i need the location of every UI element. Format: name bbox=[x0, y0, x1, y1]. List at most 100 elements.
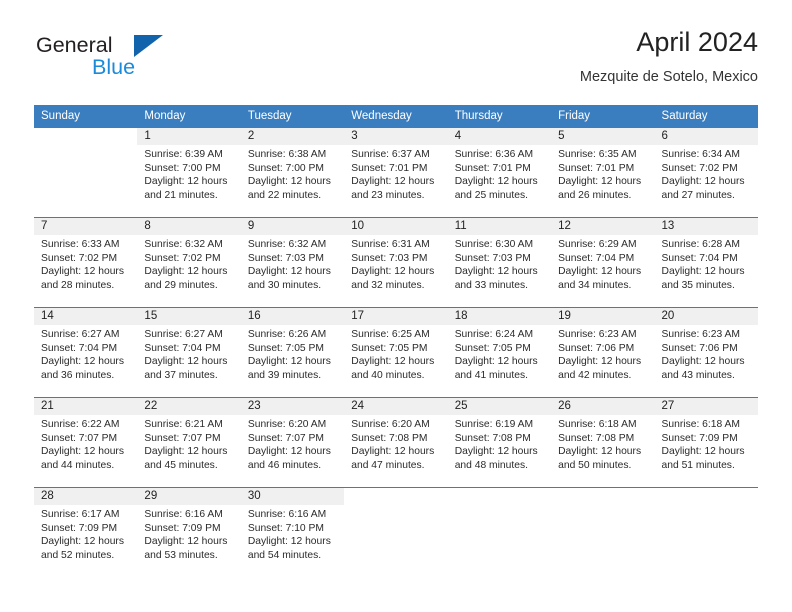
sunrise-text: Sunrise: 6:24 AM bbox=[454, 329, 534, 340]
sunset-text: Sunset: 7:04 PM bbox=[661, 252, 738, 264]
day-cell-empty bbox=[447, 488, 552, 577]
daylight-text-line1: Daylight: 12 hours bbox=[661, 266, 745, 278]
day-sun-info: Sunrise: 6:18 AM Sunset: 7:09 PM Daylight:… bbox=[655, 415, 758, 472]
sunrise-text: Sunrise: 6:26 AM bbox=[247, 329, 327, 340]
sunset-text: Sunset: 7:01 PM bbox=[454, 162, 531, 174]
calendar-head: Sunday Monday Tuesday Wednesday Thursday… bbox=[34, 105, 758, 128]
sunrise-text: Sunrise: 6:39 AM bbox=[144, 149, 223, 160]
day-cell-content: 8 Sunrise: 6:32 AM Sunset: 7:02 PM Daylight… bbox=[137, 218, 241, 307]
calendar-day-cell[interactable]: 25 Sunrise: 6:19 AM Sunset: 7:08 PM Dayligh… bbox=[447, 397, 552, 488]
day-number bbox=[344, 488, 448, 505]
calendar-day-cell[interactable] bbox=[344, 487, 448, 577]
sunrise-text: Sunrise: 6:28 AM bbox=[661, 239, 740, 250]
sunrise-text: Sunrise: 6:16 AM bbox=[144, 509, 223, 520]
day-cell-content: 14 Sunrise: 6:27 AM Sunset: 7:04 PM Dayligh… bbox=[34, 308, 138, 397]
sunset-text: Sunset: 7:00 PM bbox=[144, 162, 221, 174]
calendar-day-cell[interactable]: 4 Sunrise: 6:36 AM Sunset: 7:01 PM Daylight… bbox=[447, 127, 552, 218]
sunset-text: Sunset: 7:07 PM bbox=[41, 432, 118, 444]
calendar-day-cell[interactable]: 23 Sunrise: 6:20 AM Sunset: 7:07 PM Dayligh… bbox=[240, 397, 345, 488]
calendar-day-cell[interactable] bbox=[447, 487, 552, 577]
calendar-day-cell[interactable]: 13 Sunrise: 6:28 AM Sunset: 7:04 PM Dayligh… bbox=[654, 217, 758, 308]
day-number: 13 bbox=[654, 218, 758, 235]
calendar-day-cell[interactable]: 29 Sunrise: 6:16 AM Sunset: 7:09 PM Dayligh… bbox=[137, 487, 241, 577]
logo-text-blue: Blue bbox=[92, 55, 136, 79]
calendar-day-cell[interactable]: 30 Sunrise: 6:16 AM Sunset: 7:10 PM Dayligh… bbox=[240, 487, 345, 577]
sunset-text: Sunset: 7:09 PM bbox=[661, 432, 738, 444]
calendar-day-cell[interactable]: 24 Sunrise: 6:20 AM Sunset: 7:08 PM Dayligh… bbox=[344, 397, 448, 488]
calendar-day-cell[interactable]: 8 Sunrise: 6:32 AM Sunset: 7:02 PM Daylight… bbox=[137, 217, 241, 308]
daylight-text-line2: and 29 minutes. bbox=[144, 279, 218, 291]
calendar-day-cell[interactable] bbox=[551, 487, 655, 577]
day-number: 29 bbox=[137, 488, 241, 505]
calendar-day-cell[interactable]: 16 Sunrise: 6:26 AM Sunset: 7:05 PM Dayligh… bbox=[240, 307, 345, 398]
daylight-text-line2: and 53 minutes. bbox=[144, 549, 218, 561]
sunrise-text: Sunrise: 6:32 AM bbox=[247, 239, 327, 250]
day-number: 30 bbox=[240, 488, 345, 505]
daylight-text-line1: Daylight: 12 hours bbox=[351, 446, 435, 458]
logo-text-general: General bbox=[36, 33, 113, 57]
page-title: April 2024 bbox=[636, 27, 758, 57]
day-cell-content: 20 Sunrise: 6:23 AM Sunset: 7:06 PM Dayligh… bbox=[654, 308, 758, 397]
daylight-text-line1: Daylight: 12 hours bbox=[558, 356, 642, 368]
sunset-text: Sunset: 7:00 PM bbox=[247, 162, 324, 174]
day-cell-content: 3 Sunrise: 6:37 AM Sunset: 7:01 PM Daylight… bbox=[344, 128, 448, 217]
calendar-day-cell[interactable]: 5 Sunrise: 6:35 AM Sunset: 7:01 PM Daylight… bbox=[551, 127, 655, 218]
calendar-day-cell[interactable] bbox=[34, 127, 138, 218]
sunrise-text: Sunrise: 6:18 AM bbox=[661, 419, 740, 430]
day-cell-content: 15 Sunrise: 6:27 AM Sunset: 7:04 PM Dayligh… bbox=[137, 308, 241, 397]
calendar-week-row: 28 Sunrise: 6:17 AM Sunset: 7:09 PM Dayligh… bbox=[34, 487, 758, 577]
day-sun-info: Sunrise: 6:23 AM Sunset: 7:06 PM Daylight:… bbox=[655, 325, 758, 382]
day-number: 11 bbox=[447, 218, 552, 235]
calendar-day-cell[interactable]: 14 Sunrise: 6:27 AM Sunset: 7:04 PM Dayligh… bbox=[34, 307, 138, 398]
day-number: 24 bbox=[344, 398, 448, 415]
calendar-day-cell[interactable]: 6 Sunrise: 6:34 AM Sunset: 7:02 PM Daylight… bbox=[654, 127, 758, 218]
day-cell-empty bbox=[34, 128, 138, 217]
calendar-day-cell[interactable]: 21 Sunrise: 6:22 AM Sunset: 7:07 PM Dayligh… bbox=[34, 397, 138, 488]
daylight-text-line1: Daylight: 12 hours bbox=[558, 176, 642, 188]
day-sun-info: Sunrise: 6:19 AM Sunset: 7:08 PM Daylight:… bbox=[448, 415, 551, 472]
calendar-day-cell[interactable]: 7 Sunrise: 6:33 AM Sunset: 7:02 PM Daylight… bbox=[34, 217, 138, 308]
calendar-day-cell[interactable]: 12 Sunrise: 6:29 AM Sunset: 7:04 PM Dayligh… bbox=[551, 217, 655, 308]
calendar-day-cell[interactable]: 22 Sunrise: 6:21 AM Sunset: 7:07 PM Dayligh… bbox=[137, 397, 241, 488]
sunset-text: Sunset: 7:08 PM bbox=[558, 432, 635, 444]
calendar-day-cell[interactable]: 10 Sunrise: 6:31 AM Sunset: 7:03 PM Dayligh… bbox=[344, 217, 448, 308]
calendar-day-cell[interactable]: 2 Sunrise: 6:38 AM Sunset: 7:00 PM Daylight… bbox=[240, 127, 345, 218]
calendar-day-cell[interactable]: 18 Sunrise: 6:24 AM Sunset: 7:05 PM Dayligh… bbox=[447, 307, 552, 398]
sunrise-text: Sunrise: 6:20 AM bbox=[351, 419, 430, 430]
day-cell-content: 28 Sunrise: 6:17 AM Sunset: 7:09 PM Dayligh… bbox=[34, 488, 138, 577]
calendar-day-cell[interactable]: 17 Sunrise: 6:25 AM Sunset: 7:05 PM Dayligh… bbox=[344, 307, 448, 398]
daylight-text-line2: and 32 minutes. bbox=[351, 279, 425, 291]
day-sun-info: Sunrise: 6:38 AM Sunset: 7:00 PM Daylight:… bbox=[241, 145, 344, 202]
calendar-day-cell[interactable]: 26 Sunrise: 6:18 AM Sunset: 7:08 PM Dayligh… bbox=[551, 397, 655, 488]
daylight-text-line2: and 33 minutes. bbox=[454, 279, 528, 291]
daylight-text-line1: Daylight: 12 hours bbox=[247, 176, 331, 188]
calendar-day-cell[interactable]: 27 Sunrise: 6:18 AM Sunset: 7:09 PM Dayligh… bbox=[654, 397, 758, 488]
calendar-day-cell[interactable]: 3 Sunrise: 6:37 AM Sunset: 7:01 PM Daylight… bbox=[344, 127, 448, 218]
calendar-day-cell[interactable]: 9 Sunrise: 6:32 AM Sunset: 7:03 PM Daylight… bbox=[240, 217, 345, 308]
day-number: 4 bbox=[447, 128, 552, 145]
calendar-day-cell[interactable] bbox=[654, 487, 758, 577]
day-cell-content: 5 Sunrise: 6:35 AM Sunset: 7:01 PM Daylight… bbox=[551, 128, 655, 217]
day-cell-content: 11 Sunrise: 6:30 AM Sunset: 7:03 PM Dayligh… bbox=[447, 218, 552, 307]
calendar-day-cell[interactable]: 19 Sunrise: 6:23 AM Sunset: 7:06 PM Dayligh… bbox=[551, 307, 655, 398]
daylight-text-line1: Daylight: 12 hours bbox=[144, 446, 228, 458]
daylight-text-line2: and 41 minutes. bbox=[454, 369, 528, 381]
calendar-day-cell[interactable]: 20 Sunrise: 6:23 AM Sunset: 7:06 PM Dayligh… bbox=[654, 307, 758, 398]
calendar-day-cell[interactable]: 15 Sunrise: 6:27 AM Sunset: 7:04 PM Dayligh… bbox=[137, 307, 241, 398]
sunset-text: Sunset: 7:04 PM bbox=[41, 342, 118, 354]
day-cell-content: 1 Sunrise: 6:39 AM Sunset: 7:00 PM Daylight… bbox=[137, 128, 241, 217]
day-cell-content: 24 Sunrise: 6:20 AM Sunset: 7:08 PM Dayligh… bbox=[344, 398, 448, 487]
daylight-text-line2: and 26 minutes. bbox=[558, 189, 632, 201]
calendar-day-cell[interactable]: 28 Sunrise: 6:17 AM Sunset: 7:09 PM Dayligh… bbox=[34, 487, 138, 577]
daylight-text-line2: and 47 minutes. bbox=[351, 459, 425, 471]
day-sun-info: Sunrise: 6:39 AM Sunset: 7:00 PM Daylight:… bbox=[137, 145, 240, 202]
day-number: 12 bbox=[551, 218, 655, 235]
sunset-text: Sunset: 7:01 PM bbox=[558, 162, 635, 174]
day-number: 27 bbox=[654, 398, 758, 415]
daylight-text-line1: Daylight: 12 hours bbox=[351, 266, 435, 278]
calendar-day-cell[interactable]: 11 Sunrise: 6:30 AM Sunset: 7:03 PM Dayligh… bbox=[447, 217, 552, 308]
day-cell-content: 26 Sunrise: 6:18 AM Sunset: 7:08 PM Dayligh… bbox=[551, 398, 655, 487]
calendar-day-cell[interactable]: 1 Sunrise: 6:39 AM Sunset: 7:00 PM Daylight… bbox=[137, 127, 241, 218]
daylight-text-line1: Daylight: 12 hours bbox=[41, 446, 124, 458]
day-sun-info: Sunrise: 6:36 AM Sunset: 7:01 PM Daylight:… bbox=[448, 145, 551, 202]
